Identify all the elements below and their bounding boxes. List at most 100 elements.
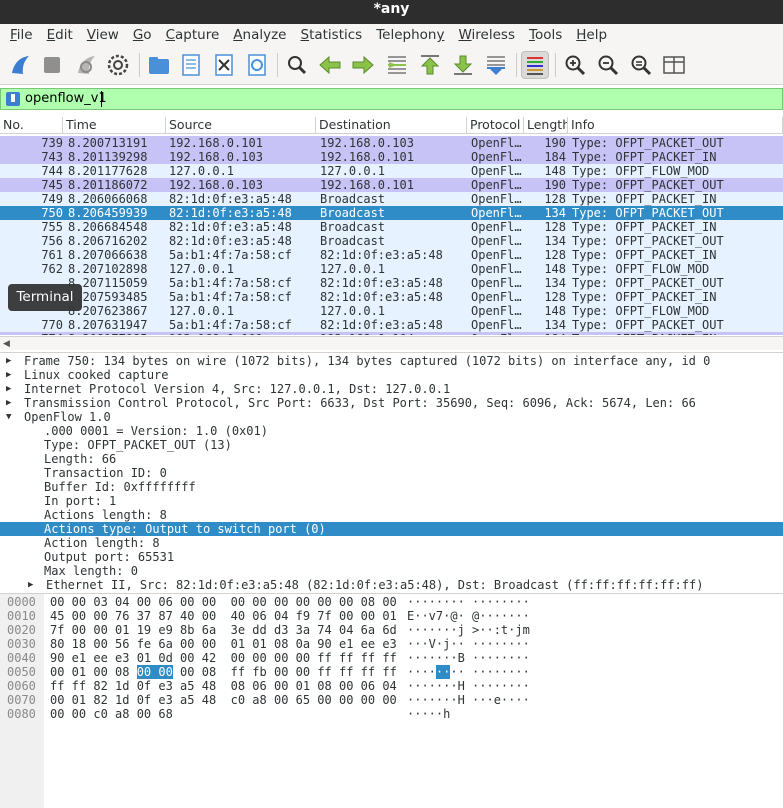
- menu-analyze[interactable]: Analyze: [226, 24, 293, 47]
- collapse-arrow-icon[interactable]: ▼: [6, 410, 11, 424]
- detail-row[interactable]: Max length: 0: [0, 564, 783, 578]
- packet-details-tree[interactable]: ▶ Frame 750: 134 bytes on wire (1072 bits…: [0, 352, 783, 592]
- zoom-in-icon[interactable]: [561, 51, 589, 79]
- hex-row[interactable]: 0050 00 01 00 08 00 00 00 08 ff fb 00 00 …: [0, 665, 783, 679]
- go-forward-arrow-icon[interactable]: [349, 51, 377, 79]
- column-header-source[interactable]: Source: [166, 117, 316, 134]
- packet-row[interactable]: 755 8.206684548 82:1d:0f:e3:a5:48 Broadcast…: [0, 220, 783, 234]
- expand-arrow-icon[interactable]: ▶: [6, 396, 11, 410]
- packet-row[interactable]: 739 8.200713191 192.168.0.101 192.168.0.103…: [0, 136, 783, 150]
- bookmark-icon[interactable]: [6, 92, 20, 106]
- packet-row[interactable]: 8.207623867 127.0.0.1 127.0.0.1 OpenFl… 148 T…: [0, 304, 783, 318]
- menu-go[interactable]: Go: [126, 24, 159, 47]
- detail-row[interactable]: In port: 1: [0, 494, 783, 508]
- packet-list[interactable]: No. Time Source Destination Protocol Length In…: [0, 115, 783, 335]
- resize-columns-icon[interactable]: [660, 51, 688, 79]
- detail-row[interactable]: Buffer Id: 0xffffffff: [0, 480, 783, 494]
- expand-arrow-icon[interactable]: ▶: [28, 578, 33, 592]
- hex-row[interactable]: 0060 ff ff 82 1d 0f e3 a5 48 08 06 00 01 …: [0, 679, 783, 693]
- detail-row[interactable]: ▶ Linux cooked capture: [0, 368, 783, 382]
- expand-arrow-icon[interactable]: ▶: [6, 382, 11, 396]
- hex-row[interactable]: 0070 00 01 82 1d 0f e3 a5 48 c0 a8 00 65 …: [0, 693, 783, 707]
- go-back-arrow-icon[interactable]: [316, 51, 344, 79]
- packet-time: 8.207066638: [68, 248, 148, 262]
- expand-arrow-icon[interactable]: ▶: [6, 354, 11, 368]
- menu-telephony[interactable]: Telephony: [369, 24, 451, 47]
- packet-row[interactable]: 8.207115059 5a:b1:4f:7a:58:cf 82:1d:0f:e3:…: [0, 276, 783, 290]
- detail-row[interactable]: Transaction ID: 0: [0, 466, 783, 480]
- packet-row[interactable]: 761 8.207066638 5a:b1:4f:7a:58:cf 82:1d:0f:…: [0, 248, 783, 262]
- column-header-no[interactable]: No.: [0, 117, 63, 134]
- hex-row[interactable]: 0000 00 00 03 04 00 06 00 00 00 00 00 00 …: [0, 595, 783, 609]
- detail-row[interactable]: Type: OFPT_PACKET_OUT (13): [0, 438, 783, 452]
- scroll-left-icon[interactable]: ◀: [3, 339, 10, 349]
- packet-row[interactable]: 750 8.206459939 82:1d:0f:e3:a5:48 Broadcast…: [0, 206, 783, 220]
- auto-scroll-icon[interactable]: [482, 51, 510, 79]
- close-file-icon[interactable]: [210, 51, 238, 79]
- zoom-out-icon[interactable]: [594, 51, 622, 79]
- hex-row[interactable]: 0020 7f 00 00 01 19 e9 8b 6a 3e dd d3 3a …: [0, 623, 783, 637]
- packet-row[interactable]: 744 8.201177628 127.0.0.1 127.0.0.1 OpenFl… 1…: [0, 164, 783, 178]
- detail-row[interactable]: Actions length: 8: [0, 508, 783, 522]
- packet-row[interactable]: 749 8.206066068 82:1d:0f:e3:a5:48 Broadcast…: [0, 192, 783, 206]
- go-last-packet-icon[interactable]: [449, 51, 477, 79]
- packet-row[interactable]: 756 8.206716202 82:1d:0f:e3:a5:48 Broadcast…: [0, 234, 783, 248]
- stop-capture-icon[interactable]: [38, 51, 66, 79]
- go-to-packet-icon[interactable]: [383, 51, 411, 79]
- packet-src: 192.168.0.103: [169, 178, 263, 192]
- detail-row-selected[interactable]: Actions type: Output to switch port (0): [0, 522, 783, 536]
- menu-edit[interactable]: Edit: [40, 24, 80, 47]
- start-capture-icon[interactable]: [6, 51, 34, 79]
- packet-row[interactable]: 762 8.207102898 127.0.0.1 127.0.0.1 OpenFl… 1…: [0, 262, 783, 276]
- detail-row[interactable]: ▶ Transmission Control Protocol, Src Port…: [0, 396, 783, 410]
- menu-view[interactable]: View: [80, 24, 126, 47]
- detail-row[interactable]: .000 0001 = Version: 1.0 (0x01): [0, 424, 783, 438]
- column-header-destination[interactable]: Destination: [316, 117, 467, 134]
- menu-wireless[interactable]: Wireless: [451, 24, 522, 47]
- detail-row[interactable]: ▶ Ethernet II, Src: 82:1d:0f:e3:a5:48 (82…: [0, 578, 783, 592]
- packet-proto: OpenFl…: [471, 206, 522, 220]
- menu-tools[interactable]: Tools: [522, 24, 569, 47]
- reload-file-icon[interactable]: [243, 51, 271, 79]
- open-file-folder-icon[interactable]: [145, 51, 173, 79]
- hex-bytes: 00 01 00 08 00 00 00 08 ff fb 00 00 ff f…: [50, 665, 397, 679]
- packet-dst: Broadcast: [320, 192, 386, 206]
- packet-row[interactable]: 8.207593485 5a:b1:4f:7a:58:cf 82:1d:0f:e3:…: [0, 290, 783, 304]
- hex-row[interactable]: 0080 00 00 c0 a8 00 68 ·····h: [0, 707, 783, 721]
- hex-row[interactable]: 0040 90 e1 ee e3 01 0d 00 42 00 00 00 00 …: [0, 651, 783, 665]
- find-packet-magnifier-icon[interactable]: [283, 51, 311, 79]
- menu-file[interactable]: File: [3, 24, 40, 47]
- packet-bytes-pane[interactable]: 0000 00 00 03 04 00 06 00 00 00 00 00 00 …: [0, 593, 783, 808]
- hex-row[interactable]: 0030 80 18 00 56 fe 6a 00 00 01 01 08 0a …: [0, 637, 783, 651]
- detail-row[interactable]: ▼ OpenFlow 1.0: [0, 410, 783, 424]
- display-filter-bar[interactable]: openflow_v1: [0, 88, 783, 110]
- column-header-time[interactable]: Time: [63, 117, 166, 134]
- column-header-length[interactable]: Length: [524, 117, 568, 134]
- capture-options-gear-icon[interactable]: [104, 51, 132, 79]
- zoom-normal-icon[interactable]: [627, 51, 655, 79]
- column-header-info[interactable]: Info: [568, 117, 783, 134]
- packet-len: 128: [544, 192, 566, 206]
- packet-row[interactable]: 743 8.201139298 192.168.0.103 192.168.0.101…: [0, 150, 783, 164]
- detail-row[interactable]: Output port: 65531: [0, 550, 783, 564]
- hex-row[interactable]: 0010 45 00 00 76 37 87 40 00 40 06 04 f9 …: [0, 609, 783, 623]
- detail-row[interactable]: ▶ Internet Protocol Version 4, Src: 127.0…: [0, 382, 783, 396]
- expand-arrow-icon[interactable]: ▶: [6, 368, 11, 382]
- detail-row[interactable]: Action length: 8: [0, 536, 783, 550]
- packet-row[interactable]: 770 8.207631947 5a:b1:4f:7a:58:cf 82:1d:0f:…: [0, 318, 783, 332]
- packet-list-horizontal-scrollbar[interactable]: ◀: [0, 336, 783, 350]
- restart-capture-icon[interactable]: [72, 51, 100, 79]
- menu-help[interactable]: Help: [569, 24, 614, 47]
- save-file-icon[interactable]: [177, 51, 205, 79]
- display-filter-input[interactable]: openflow_v1: [25, 91, 107, 106]
- column-header-protocol[interactable]: Protocol: [467, 117, 524, 134]
- go-first-packet-icon[interactable]: [416, 51, 444, 79]
- packet-row[interactable]: 745 8.201186072 192.168.0.103 192.168.0.101…: [0, 178, 783, 192]
- colorize-packet-list-icon[interactable]: [521, 51, 549, 79]
- menu-statistics[interactable]: Statistics: [293, 24, 369, 47]
- menu-capture[interactable]: Capture: [159, 24, 227, 47]
- detail-row[interactable]: ▶ Frame 750: 134 bytes on wire (1072 bits…: [0, 354, 783, 368]
- packet-row[interactable]: 774 8.208177085192.168.0.101192.168.0.104…: [0, 332, 783, 335]
- packet-no: 770: [41, 318, 63, 332]
- detail-row[interactable]: Length: 66: [0, 452, 783, 466]
